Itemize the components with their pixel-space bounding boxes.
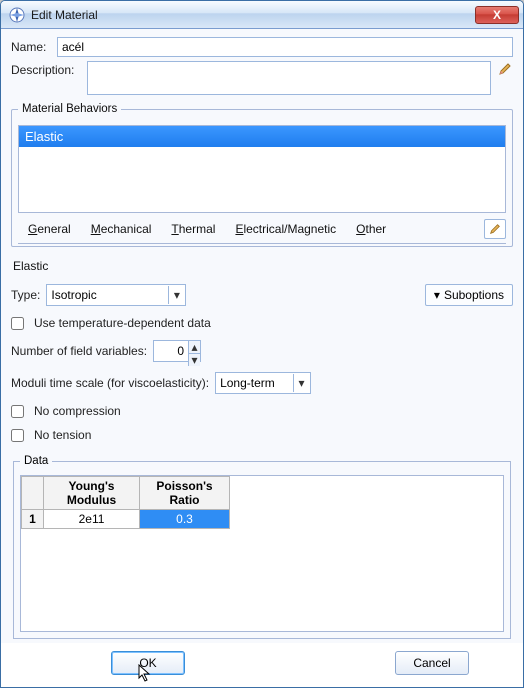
edit-description-button[interactable]	[497, 61, 513, 77]
app-icon	[9, 7, 25, 23]
edit-behavior-button[interactable]	[484, 219, 506, 239]
menu-thermal[interactable]: Thermal	[161, 220, 225, 238]
suboptions-button[interactable]: ▾ Suboptions	[425, 284, 513, 306]
close-icon: X	[493, 8, 501, 22]
use-temperature-checkbox[interactable]	[11, 317, 24, 330]
title-bar: Edit Material X	[1, 1, 523, 29]
col-youngs-modulus[interactable]: Young's Modulus	[44, 477, 140, 510]
no-tension-checkbox[interactable]	[11, 429, 24, 442]
moduli-select[interactable]: Long-term	[215, 372, 311, 394]
data-group: Data Young's Modulus Poisson's Ratio	[13, 455, 511, 639]
chevron-down-icon: ▾	[434, 288, 440, 302]
no-tension-label: No tension	[34, 428, 91, 442]
material-behaviors-legend: Material Behaviors	[18, 103, 121, 115]
cell-youngs-modulus[interactable]: 2e11	[44, 510, 140, 529]
cancel-button[interactable]: Cancel	[395, 651, 469, 675]
dialog-button-bar: OK Cancel	[1, 643, 523, 687]
menu-other[interactable]: Other	[346, 220, 396, 238]
no-compression-checkbox[interactable]	[11, 405, 24, 418]
no-compression-label: No compression	[34, 404, 121, 418]
table-row[interactable]: 1 2e11 0.3	[22, 510, 230, 529]
data-legend: Data	[20, 455, 52, 467]
row-index: 1	[22, 510, 44, 529]
table-corner	[22, 477, 44, 510]
use-temperature-label: Use temperature-dependent data	[34, 316, 211, 330]
field-variables-label: Number of field variables:	[11, 344, 147, 358]
behaviors-list[interactable]: Elastic	[18, 125, 506, 213]
col-poissons-ratio[interactable]: Poisson's Ratio	[140, 477, 230, 510]
spin-down-button[interactable]: ▾	[188, 354, 200, 366]
chevron-up-icon: ▴	[192, 341, 198, 353]
elastic-heading: Elastic	[13, 259, 513, 273]
dialog-content: Name: Description: Material Behaviors El…	[1, 29, 523, 643]
moduli-label: Moduli time scale (for viscoelasticity):	[11, 376, 209, 390]
window-close-button[interactable]: X	[475, 6, 519, 24]
type-label: Type:	[11, 288, 40, 302]
behavior-item-elastic[interactable]: Elastic	[19, 126, 505, 147]
pencil-icon	[498, 62, 512, 76]
pencil-icon	[489, 223, 501, 235]
type-select[interactable]: Isotropic	[46, 284, 186, 306]
menu-mechanical[interactable]: Mechanical	[81, 220, 162, 238]
name-label: Name:	[11, 40, 51, 54]
window-title: Edit Material	[31, 8, 475, 22]
edit-material-dialog: Edit Material X Name: Description: Mater…	[0, 0, 524, 688]
description-label: Description:	[11, 61, 81, 77]
ok-button[interactable]: OK	[111, 651, 185, 675]
name-input[interactable]	[57, 37, 513, 57]
description-input[interactable]	[87, 61, 491, 95]
menu-general[interactable]: General	[18, 220, 81, 238]
suboptions-label: Suboptions	[444, 288, 504, 302]
data-table-container: Young's Modulus Poisson's Ratio 1 2e11 0…	[20, 475, 504, 632]
cell-poissons-ratio[interactable]: 0.3	[140, 510, 230, 529]
data-table[interactable]: Young's Modulus Poisson's Ratio 1 2e11 0…	[21, 476, 230, 529]
material-behaviors-group: Material Behaviors Elastic General Mecha…	[11, 103, 513, 247]
behavior-menu-bar: General Mechanical Thermal Electrical/Ma…	[18, 219, 506, 244]
menu-electrical[interactable]: Electrical/Magnetic	[225, 220, 346, 238]
chevron-down-icon: ▾	[192, 354, 198, 366]
